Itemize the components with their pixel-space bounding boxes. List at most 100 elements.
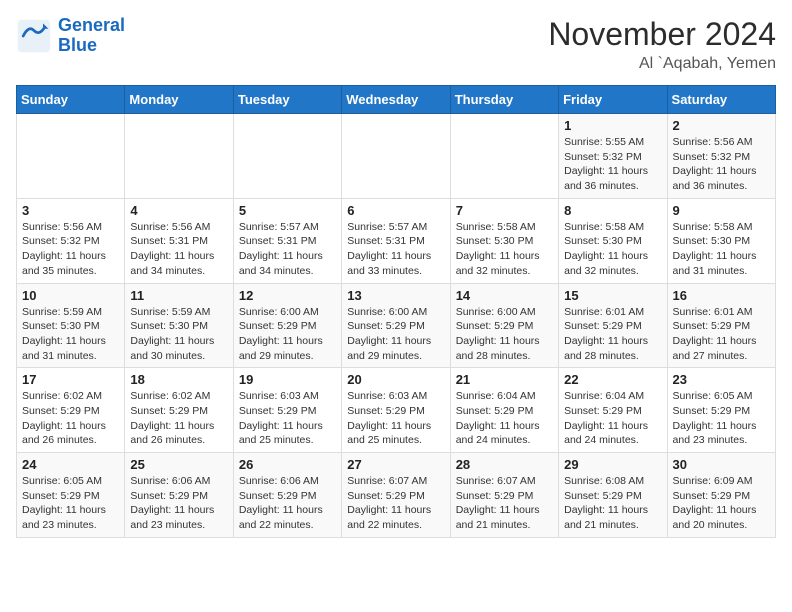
day-info: Sunrise: 6:04 AM Sunset: 5:29 PM Dayligh… <box>456 389 553 448</box>
day-cell: 14 Sunrise: 6:00 AM Sunset: 5:29 PM Dayli… <box>450 283 558 368</box>
month-title: November 2024 <box>548 16 776 53</box>
day-cell: 26 Sunrise: 6:06 AM Sunset: 5:29 PM Dayli… <box>233 453 341 538</box>
calendar-body: 1 Sunrise: 5:55 AM Sunset: 5:32 PM Daylig… <box>17 114 776 538</box>
day-info: Sunrise: 5:58 AM Sunset: 5:30 PM Dayligh… <box>564 220 661 279</box>
day-cell <box>450 114 558 199</box>
day-number: 16 <box>673 288 770 303</box>
day-cell: 25 Sunrise: 6:06 AM Sunset: 5:29 PM Dayli… <box>125 453 233 538</box>
week-row-1: 3Sunrise: 5:56 AM Sunset: 5:32 PM Daylig… <box>17 198 776 283</box>
logo-line2: Blue <box>58 35 97 55</box>
day-cell: 3Sunrise: 5:56 AM Sunset: 5:32 PM Daylig… <box>17 198 125 283</box>
day-info: Sunrise: 6:00 AM Sunset: 5:29 PM Dayligh… <box>239 305 336 364</box>
day-info: Sunrise: 6:03 AM Sunset: 5:29 PM Dayligh… <box>239 389 336 448</box>
day-number: 24 <box>22 457 119 472</box>
logo: General Blue <box>16 16 125 56</box>
logo-line1: General <box>58 15 125 35</box>
calendar-header: SundayMondayTuesdayWednesdayThursdayFrid… <box>17 86 776 114</box>
day-cell: 23Sunrise: 6:05 AM Sunset: 5:29 PM Dayli… <box>667 368 775 453</box>
day-number: 15 <box>564 288 661 303</box>
day-cell: 13Sunrise: 6:00 AM Sunset: 5:29 PM Dayli… <box>342 283 450 368</box>
day-info: Sunrise: 5:55 AM Sunset: 5:32 PM Dayligh… <box>564 135 661 194</box>
calendar-table: SundayMondayTuesdayWednesdayThursdayFrid… <box>16 85 776 538</box>
day-number: 26 <box>239 457 336 472</box>
day-number: 4 <box>130 203 227 218</box>
title-block: November 2024 Al `Aqabah, Yemen <box>548 16 776 73</box>
day-cell: 5Sunrise: 5:57 AM Sunset: 5:31 PM Daylig… <box>233 198 341 283</box>
day-cell: 4 Sunrise: 5:56 AM Sunset: 5:31 PM Daylig… <box>125 198 233 283</box>
day-number: 19 <box>239 372 336 387</box>
week-row-4: 24 Sunrise: 6:05 AM Sunset: 5:29 PM Dayli… <box>17 453 776 538</box>
day-cell: 9Sunrise: 5:58 AM Sunset: 5:30 PM Daylig… <box>667 198 775 283</box>
day-cell: 29 Sunrise: 6:08 AM Sunset: 5:29 PM Dayli… <box>559 453 667 538</box>
day-cell: 10Sunrise: 5:59 AM Sunset: 5:30 PM Dayli… <box>17 283 125 368</box>
day-cell <box>17 114 125 199</box>
day-info: Sunrise: 5:56 AM Sunset: 5:31 PM Dayligh… <box>130 220 227 279</box>
day-cell: 21 Sunrise: 6:04 AM Sunset: 5:29 PM Dayli… <box>450 368 558 453</box>
page-header: General Blue November 2024 Al `Aqabah, Y… <box>16 16 776 73</box>
day-info: Sunrise: 6:02 AM Sunset: 5:29 PM Dayligh… <box>22 389 119 448</box>
day-number: 6 <box>347 203 444 218</box>
day-number: 10 <box>22 288 119 303</box>
day-info: Sunrise: 6:08 AM Sunset: 5:29 PM Dayligh… <box>564 474 661 533</box>
day-cell: 28 Sunrise: 6:07 AM Sunset: 5:29 PM Dayli… <box>450 453 558 538</box>
col-header-friday: Friday <box>559 86 667 114</box>
day-number: 23 <box>673 372 770 387</box>
day-number: 29 <box>564 457 661 472</box>
day-number: 1 <box>564 118 661 133</box>
day-cell: 1 Sunrise: 5:55 AM Sunset: 5:32 PM Daylig… <box>559 114 667 199</box>
location-title: Al `Aqabah, Yemen <box>548 55 776 73</box>
day-cell: 22 Sunrise: 6:04 AM Sunset: 5:29 PM Dayli… <box>559 368 667 453</box>
day-number: 18 <box>130 372 227 387</box>
day-cell: 15 Sunrise: 6:01 AM Sunset: 5:29 PM Dayli… <box>559 283 667 368</box>
day-info: Sunrise: 5:59 AM Sunset: 5:30 PM Dayligh… <box>130 305 227 364</box>
day-cell: 30Sunrise: 6:09 AM Sunset: 5:29 PM Dayli… <box>667 453 775 538</box>
day-info: Sunrise: 6:06 AM Sunset: 5:29 PM Dayligh… <box>130 474 227 533</box>
day-info: Sunrise: 5:56 AM Sunset: 5:32 PM Dayligh… <box>22 220 119 279</box>
day-info: Sunrise: 6:07 AM Sunset: 5:29 PM Dayligh… <box>347 474 444 533</box>
day-number: 21 <box>456 372 553 387</box>
day-cell <box>233 114 341 199</box>
day-info: Sunrise: 5:57 AM Sunset: 5:31 PM Dayligh… <box>347 220 444 279</box>
day-cell: 19 Sunrise: 6:03 AM Sunset: 5:29 PM Dayli… <box>233 368 341 453</box>
day-info: Sunrise: 6:00 AM Sunset: 5:29 PM Dayligh… <box>456 305 553 364</box>
day-info: Sunrise: 5:58 AM Sunset: 5:30 PM Dayligh… <box>673 220 770 279</box>
day-number: 17 <box>22 372 119 387</box>
day-info: Sunrise: 6:02 AM Sunset: 5:29 PM Dayligh… <box>130 389 227 448</box>
day-number: 30 <box>673 457 770 472</box>
day-info: Sunrise: 6:01 AM Sunset: 5:29 PM Dayligh… <box>564 305 661 364</box>
day-cell: 18 Sunrise: 6:02 AM Sunset: 5:29 PM Dayli… <box>125 368 233 453</box>
day-number: 8 <box>564 203 661 218</box>
week-row-3: 17 Sunrise: 6:02 AM Sunset: 5:29 PM Dayli… <box>17 368 776 453</box>
day-cell: 17 Sunrise: 6:02 AM Sunset: 5:29 PM Dayli… <box>17 368 125 453</box>
day-number: 28 <box>456 457 553 472</box>
day-cell <box>342 114 450 199</box>
day-number: 27 <box>347 457 444 472</box>
col-header-sunday: Sunday <box>17 86 125 114</box>
col-header-thursday: Thursday <box>450 86 558 114</box>
day-number: 25 <box>130 457 227 472</box>
week-row-2: 10 Sunrise: 5:59 AM Sunset: 5:30 PM Dayli… <box>17 283 776 368</box>
day-number: 5 <box>239 203 336 218</box>
day-cell: 8 Sunrise: 5:58 AM Sunset: 5:30 PM Daylig… <box>559 198 667 283</box>
day-number: 12 <box>239 288 336 303</box>
day-number: 22 <box>564 372 661 387</box>
day-cell: 2Sunrise: 5:56 AM Sunset: 5:32 PM Daylig… <box>667 114 775 199</box>
day-cell: 16 Sunrise: 6:01 AM Sunset: 5:29 PM Dayli… <box>667 283 775 368</box>
day-number: 14 <box>456 288 553 303</box>
day-cell: 11Sunrise: 5:59 AM Sunset: 5:30 PM Dayli… <box>125 283 233 368</box>
day-info: Sunrise: 6:05 AM Sunset: 5:29 PM Dayligh… <box>22 474 119 533</box>
header-row: SundayMondayTuesdayWednesdayThursdayFrid… <box>17 86 776 114</box>
col-header-wednesday: Wednesday <box>342 86 450 114</box>
day-info: Sunrise: 6:04 AM Sunset: 5:29 PM Dayligh… <box>564 389 661 448</box>
day-cell: 7Sunrise: 5:58 AM Sunset: 5:30 PM Daylig… <box>450 198 558 283</box>
day-info: Sunrise: 6:01 AM Sunset: 5:29 PM Dayligh… <box>673 305 770 364</box>
day-cell: 12 Sunrise: 6:00 AM Sunset: 5:29 PM Dayli… <box>233 283 341 368</box>
col-header-saturday: Saturday <box>667 86 775 114</box>
day-info: Sunrise: 6:06 AM Sunset: 5:29 PM Dayligh… <box>239 474 336 533</box>
day-number: 20 <box>347 372 444 387</box>
col-header-monday: Monday <box>125 86 233 114</box>
day-number: 2 <box>673 118 770 133</box>
logo-text: General Blue <box>58 16 125 56</box>
day-cell: 24 Sunrise: 6:05 AM Sunset: 5:29 PM Dayli… <box>17 453 125 538</box>
day-info: Sunrise: 6:07 AM Sunset: 5:29 PM Dayligh… <box>456 474 553 533</box>
